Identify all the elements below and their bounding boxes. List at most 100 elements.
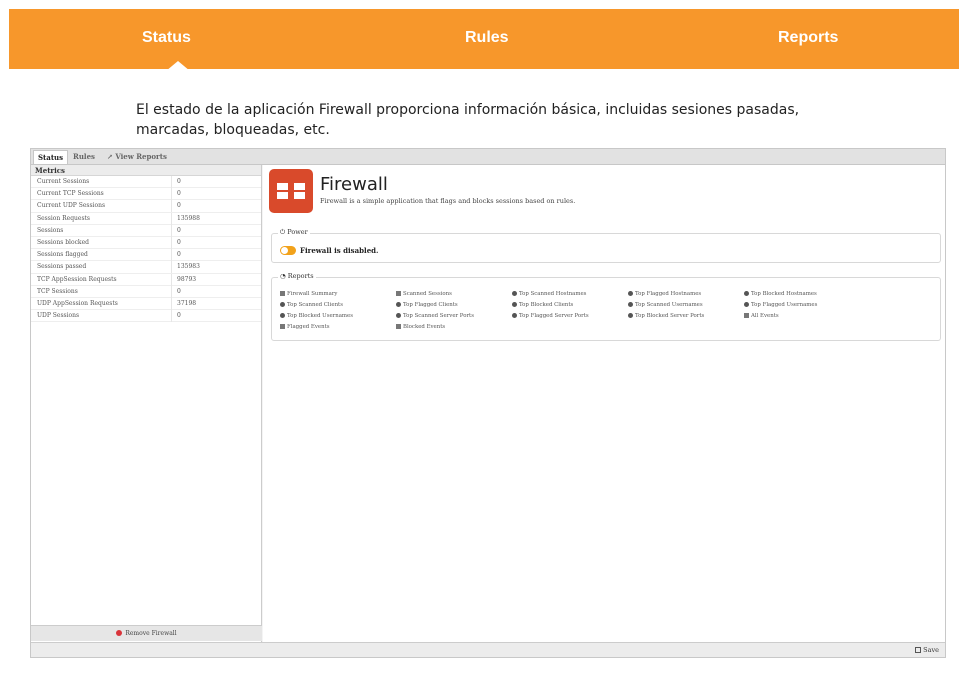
report-link[interactable]: Top Flagged Clients (396, 302, 458, 308)
pie-chart-icon (512, 313, 517, 318)
metric-name: UDP Sessions (37, 312, 80, 320)
nav-tab-rules[interactable]: Rules (465, 29, 509, 47)
metric-row: TCP AppSession Requests 98793 (31, 273, 261, 286)
pie-chart-icon (396, 313, 401, 318)
main-panel: Firewall Firewall is a simple applicatio… (263, 165, 945, 642)
metric-row: Sessions blocked 0 (31, 236, 261, 250)
metric-row: Session Requests 135988 (31, 212, 261, 225)
metric-row: Current Sessions 0 (31, 176, 261, 189)
power-toggle[interactable] (280, 246, 296, 255)
save-button[interactable]: Save (915, 646, 939, 654)
report-link[interactable]: Top Scanned Server Ports (396, 313, 474, 319)
report-link-label: Scanned Sessions (403, 291, 452, 297)
metric-value: 0 (177, 287, 181, 295)
metric-name: Current UDP Sessions (37, 202, 106, 210)
power-status-text: Firewall is disabled. (300, 246, 379, 255)
metric-row: TCP Sessions 0 (31, 285, 261, 298)
metric-value: 0 (177, 312, 181, 320)
pie-chart-icon (628, 291, 633, 296)
app-tab-bar: Status Rules ↗ View Reports (31, 149, 945, 165)
report-link[interactable]: Firewall Summary (280, 291, 337, 297)
bottom-toolbar: Save (31, 642, 945, 657)
app-tab-rules[interactable]: Rules (69, 150, 99, 164)
metric-value: 0 (177, 238, 181, 246)
report-link-label: Flagged Events (287, 324, 330, 330)
list-icon (396, 324, 401, 329)
app-tab-status[interactable]: Status (33, 150, 69, 164)
report-link[interactable]: Top Flagged Server Ports (512, 313, 589, 319)
report-link-label: Top Scanned Usernames (635, 302, 703, 308)
report-link-label: Top Blocked Hostnames (751, 291, 817, 297)
pie-chart-icon (512, 302, 517, 307)
report-link-label: Top Blocked Usernames (287, 313, 353, 319)
metric-row: Sessions flagged 0 (31, 249, 261, 262)
power-legend: ⏻ Power (278, 228, 310, 237)
report-link-label: Top Scanned Hostnames (519, 291, 587, 297)
app-subtitle: Firewall is a simple application that fl… (320, 197, 576, 205)
metrics-panel: Metrics Current Sessions 0 Current TCP Ses… (31, 165, 262, 642)
metric-row: Sessions 0 (31, 224, 261, 237)
reports-icon: ◔ (280, 272, 288, 280)
nav-tab-status[interactable]: Status (142, 29, 191, 47)
metric-row: Current UDP Sessions 0 (31, 200, 261, 213)
report-link[interactable]: Top Blocked Hostnames (744, 291, 817, 297)
report-link[interactable]: All Events (744, 313, 779, 319)
list-icon (280, 291, 285, 296)
remove-firewall-label: Remove Firewall (125, 630, 177, 637)
metric-value: 0 (177, 190, 181, 198)
metric-name: TCP Sessions (37, 287, 78, 295)
metric-name: Sessions (37, 226, 64, 234)
list-icon (280, 324, 285, 329)
active-tab-pointer (166, 61, 190, 71)
report-link-label: Top Flagged Hostnames (635, 291, 702, 297)
metric-value: 98793 (177, 275, 197, 283)
metrics-header: Metrics (31, 165, 261, 176)
top-nav: Status Rules Reports (9, 9, 959, 71)
metric-value: 135983 (177, 263, 200, 271)
report-link[interactable]: Flagged Events (280, 324, 330, 330)
nav-tab-reports[interactable]: Reports (778, 29, 838, 47)
metric-value: 0 (177, 251, 181, 259)
report-link[interactable]: Top Blocked Clients (512, 302, 573, 308)
report-link[interactable]: Scanned Sessions (396, 291, 452, 297)
report-link[interactable]: Top Scanned Clients (280, 302, 343, 308)
report-link[interactable]: Top Flagged Usernames (744, 302, 817, 308)
report-link-label: Top Scanned Clients (287, 302, 343, 308)
metric-name: Current Sessions (37, 178, 90, 185)
app-tab-view-reports[interactable]: ↗ View Reports (103, 150, 171, 164)
list-icon (396, 291, 401, 296)
report-link[interactable]: Top Scanned Usernames (628, 302, 703, 308)
metric-name: Sessions flagged (37, 251, 88, 259)
metric-value: 37198 (177, 299, 197, 307)
power-section: ⏻ Power Firewall is disabled. (271, 228, 941, 263)
pie-chart-icon (280, 313, 285, 318)
report-link[interactable]: Top Blocked Server Ports (628, 313, 704, 319)
remove-firewall-button[interactable]: Remove Firewall (31, 625, 262, 641)
metrics-table: Current Sessions 0 Current TCP Sessions 0 Cu… (31, 176, 261, 323)
app-tab-view-reports-label: View Reports (115, 152, 167, 161)
pie-chart-icon (744, 302, 749, 307)
report-link-label: Top Flagged Server Ports (519, 313, 589, 319)
app-title: Firewall (320, 174, 388, 195)
report-link[interactable]: Blocked Events (396, 324, 445, 330)
report-link[interactable]: Top Flagged Hostnames (628, 291, 701, 297)
save-label: Save (923, 646, 939, 654)
metric-value: 0 (177, 178, 181, 185)
metric-name: Current TCP Sessions (37, 190, 104, 198)
remove-icon (116, 630, 123, 636)
list-icon (744, 313, 749, 318)
pie-chart-icon (744, 291, 749, 296)
metric-row: Current TCP Sessions 0 (31, 188, 261, 201)
report-link-label: Top Flagged Clients (403, 302, 458, 308)
metric-row: Sessions passed 135983 (31, 261, 261, 274)
power-legend-label: Power (287, 228, 308, 236)
report-link[interactable]: Top Scanned Hostnames (512, 291, 586, 297)
pie-chart-icon (512, 291, 517, 296)
report-link-label: Top Scanned Server Ports (403, 313, 474, 319)
metric-value: 0 (177, 202, 181, 210)
report-link[interactable]: Top Blocked Usernames (280, 313, 353, 319)
description-text: El estado de la aplicación Firewall prop… (136, 102, 800, 138)
metric-value: 135988 (177, 214, 200, 222)
metric-row: UDP Sessions 0 (31, 310, 261, 323)
metric-name: UDP AppSession Requests (37, 299, 118, 307)
